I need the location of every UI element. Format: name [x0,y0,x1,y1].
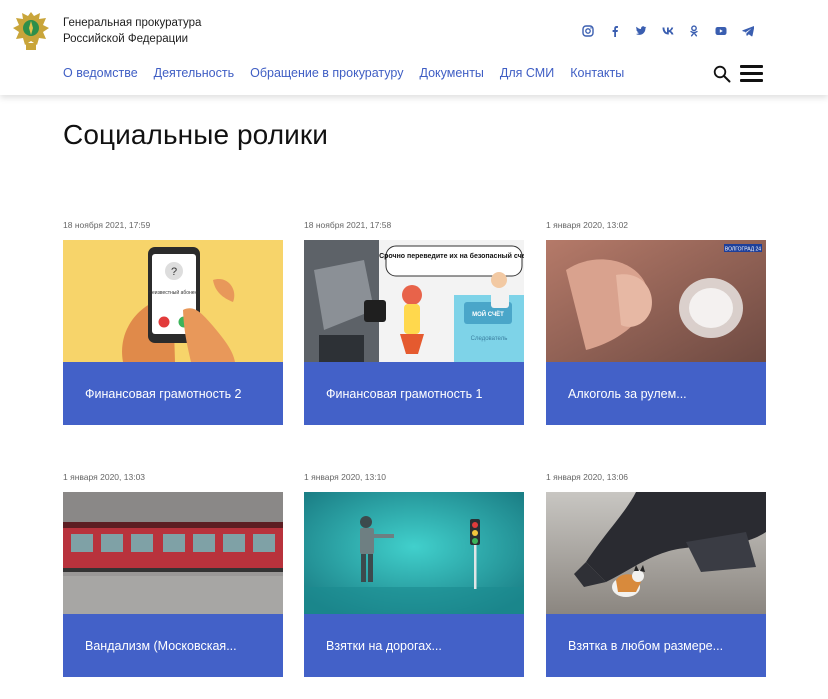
card-title[interactable]: Алкоголь за рулем... [546,362,766,425]
nav-contacts[interactable]: Контакты [570,66,624,80]
card-date: 1 января 2020, 13:06 [546,472,629,482]
card-date: 1 января 2020, 13:02 [546,220,629,230]
card-thumbnail[interactable]: Срочно переведите их на безопасный счет … [304,240,524,362]
card-date: 18 ноября 2021, 17:58 [304,220,392,230]
instagram-icon[interactable] [580,23,596,39]
youtube-icon[interactable] [713,23,729,39]
org-name-line2: Российской Федерации [63,33,189,45]
site-header: Генеральная прокуратура Российской Федер… [0,0,828,95]
card-thumbnail[interactable] [63,492,283,614]
card-thumbnail[interactable] [546,492,766,614]
card-thumbnail[interactable]: ? Неизвестный абонент [63,240,283,362]
card-title[interactable]: Финансовая грамотность 1 [304,362,524,425]
organization-name[interactable]: Генеральная прокуратура Российской Федер… [63,15,201,47]
card-title[interactable]: Взятка в любом размере... [546,614,766,677]
thumb-account-text: МОЙ СЧЁТ [472,310,504,318]
card-title[interactable]: Вандализм (Московская... [63,614,283,677]
card-thumbnail[interactable]: ВОЛГОГРАД 24 [546,240,766,362]
vk-icon[interactable] [660,23,676,39]
card-title[interactable]: Взятки на дорогах... [304,614,524,677]
search-icon[interactable] [713,65,731,83]
video-card[interactable]: 18 ноября 2021, 17:59 ? Неизвестный абон… [63,220,283,425]
nav-appeal[interactable]: Обращение в прокуратуру [250,66,403,80]
prosecutor-emblem-icon[interactable] [10,8,52,52]
card-thumbnail[interactable] [304,492,524,614]
telegram-icon[interactable] [740,23,756,39]
facebook-icon[interactable] [607,23,623,39]
thumb-investigator-text: Следователь [471,336,508,342]
nav-media[interactable]: Для СМИ [500,66,554,80]
svg-text:?: ? [171,266,177,278]
video-card[interactable]: 18 ноября 2021, 17:58 Срочно переведите … [304,220,524,425]
odnoklassniki-icon[interactable] [686,23,702,39]
main-nav: О ведомстве Деятельность Обращение в про… [63,66,640,80]
nav-documents[interactable]: Документы [419,66,483,80]
video-card[interactable]: 1 января 2020, 13:02 ВОЛГОГРАД 24 Алкого… [546,220,766,425]
card-date: 1 января 2020, 13:03 [63,472,146,482]
thumb-speech-text: Срочно переведите их на безопасный счет [379,252,524,260]
org-name-line1: Генеральная прокуратура [63,17,202,29]
video-card[interactable]: 1 января 2020, 13:03 Вандализм (Московск… [63,472,283,677]
page-title: Социальные ролики [63,119,329,150]
card-date: 1 января 2020, 13:10 [304,472,387,482]
card-title[interactable]: Финансовая грамотность 2 [63,362,283,425]
thumb-channel-logo: ВОЛГОГРАД 24 [725,247,761,253]
thumb-caller-label: Неизвестный абонент [148,289,200,296]
twitter-icon[interactable] [633,23,649,39]
card-date: 18 ноября 2021, 17:59 [63,220,151,230]
social-links [580,23,766,39]
menu-icon[interactable] [740,65,763,82]
nav-activity[interactable]: Деятельность [154,66,234,80]
video-card[interactable]: 1 января 2020, 13:06 Взятка в любом разм… [546,472,766,677]
video-card[interactable]: 1 января 2020, 13:10 Взятки на дорогах..… [304,472,524,677]
nav-about[interactable]: О ведомстве [63,66,138,80]
